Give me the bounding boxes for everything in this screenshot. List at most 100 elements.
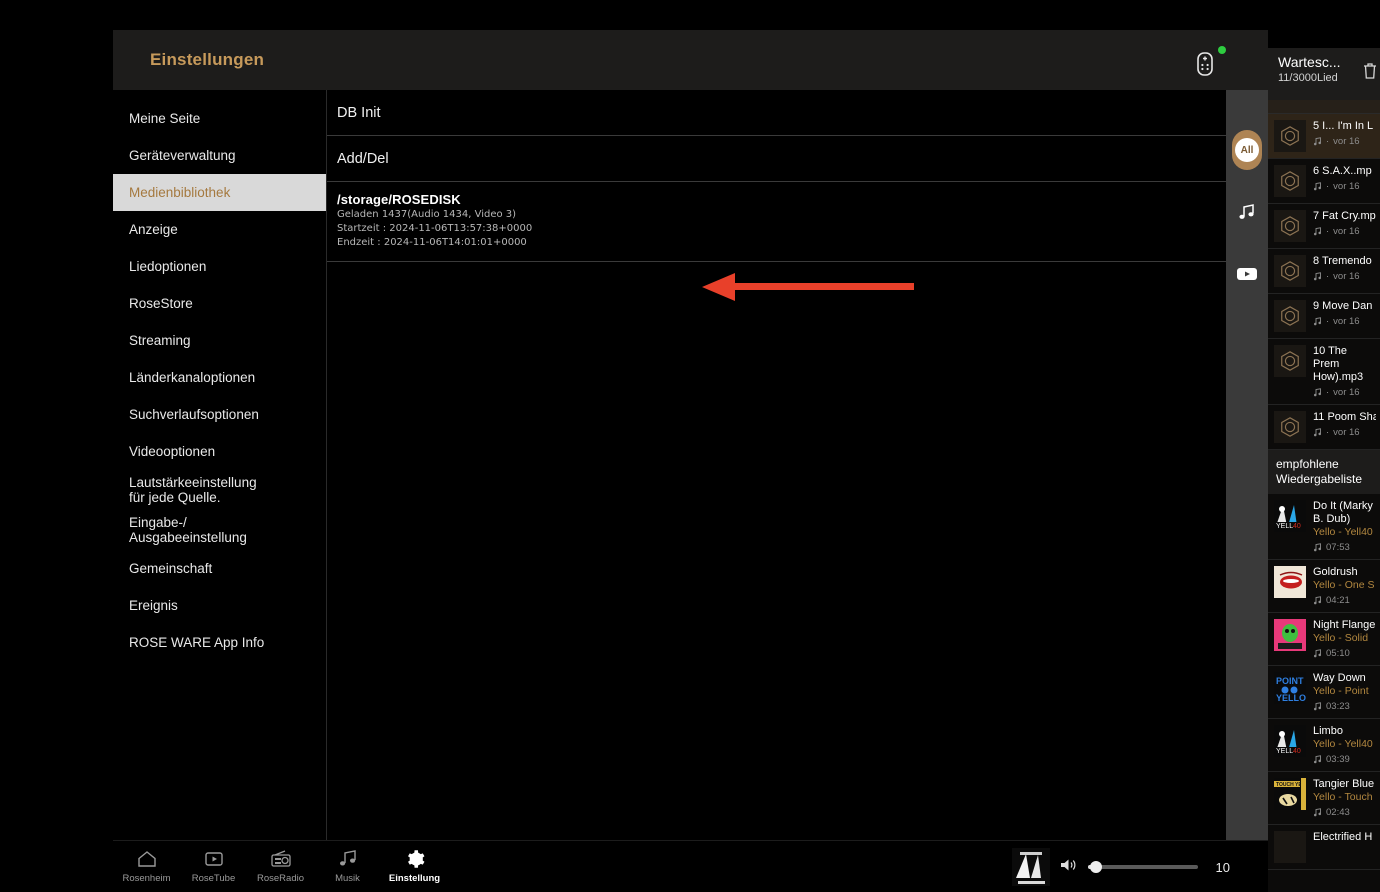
album-art: POINT YELLO (1274, 672, 1306, 704)
recommended-item-meta: Goldrush Yello - One S 04:21 (1313, 566, 1376, 606)
queue-count: 11/3000Lied (1278, 72, 1338, 84)
sidebar-item-label: Suchverlaufsoptionen (129, 407, 259, 422)
svg-text:YELL: YELL (1276, 748, 1293, 755)
tab-label: Rosenheim (122, 873, 171, 884)
queue-item-thumbnail (1274, 210, 1306, 242)
recommended-item-artist: Yello - Yell40 (1313, 526, 1373, 538)
sidebar-item-label: ROSE WARE App Info (129, 635, 265, 650)
music-note-icon (1313, 649, 1322, 658)
music-note-icon (1313, 137, 1322, 146)
album-art (1274, 831, 1306, 863)
recommended-item-title: Electrified H (1313, 831, 1373, 843)
queue-item-title: 8 Tremendo (1313, 255, 1372, 267)
queue-item-sub: · vor 16 (1313, 427, 1376, 438)
queue-item-title: 11 Poom Sha (1313, 411, 1376, 423)
queue-item-thumbnail (1274, 255, 1306, 287)
remote-control-icon[interactable] (1194, 52, 1216, 81)
trash-icon[interactable] (1362, 62, 1378, 85)
queue-item[interactable]: 9 Move Dan · vor 16 (1268, 294, 1380, 339)
queue-item-partial-top[interactable] (1268, 100, 1380, 114)
tab-einstellung[interactable]: Einstellung (381, 841, 448, 884)
recommended-item-partial-bottom[interactable]: Electrified H (1268, 825, 1380, 870)
volume-slider[interactable] (1088, 861, 1198, 873)
music-note-icon (1313, 428, 1322, 437)
queue-item[interactable]: 6 S.A.X..mp · vor 16 (1268, 159, 1380, 204)
recommended-item-duration: 07:53 (1326, 542, 1350, 553)
queue-item-sub: · vor 16 (1313, 181, 1376, 192)
recommended-item-meta: Do It (Marky B. Dub) Yello - Yell40 07:5… (1313, 500, 1376, 553)
sidebar-item-rose-ware-app-info[interactable]: ROSE WARE App Info (113, 624, 326, 661)
queue-item-thumbnail (1274, 120, 1306, 152)
queue-item-meta: 8 Tremendo · vor 16 (1313, 255, 1376, 282)
sidebar-item-medienbibliothek[interactable]: Medienbibliothek (113, 174, 326, 211)
recommended-item-meta: Night Flange Yello - Solid 05:10 (1313, 619, 1376, 659)
queue-item-sub: · vor 16 (1313, 316, 1376, 327)
tab-musik[interactable]: Musik (314, 841, 381, 884)
recommended-item-artist: Yello - Yell40 (1313, 738, 1373, 750)
sidebar-item-label-line2: für jede Quelle. (129, 490, 221, 505)
recommended-item-duration: 02:43 (1326, 807, 1350, 818)
queue-item-meta: 9 Move Dan · vor 16 (1313, 300, 1376, 327)
sidebar-item-label: Eingabe-/ (129, 515, 187, 530)
queue-item-sub: · vor 16 (1313, 387, 1376, 398)
speaker-icon[interactable] (1060, 857, 1078, 878)
queue-item-time: vor 16 (1333, 316, 1360, 327)
queue-item-meta: 10 The Prem How).mp3 · vor 16 (1313, 345, 1376, 398)
recommended-item[interactable]: Goldrush Yello - One S 04:21 (1268, 560, 1380, 613)
filter-all-button[interactable]: All (1232, 130, 1262, 170)
add-del-row[interactable]: Add/Del (327, 136, 1268, 182)
queue-item[interactable]: 7 Fat Cry.mp · vor 16 (1268, 204, 1380, 249)
filter-video-button[interactable] (1232, 254, 1262, 294)
sidebar-item-anzeige[interactable]: Anzeige (113, 211, 326, 248)
recommended-item-duration: 05:10 (1326, 648, 1350, 659)
queue-item-thumbnail (1274, 411, 1306, 443)
tab-label: RoseRadio (257, 873, 304, 884)
tab-rosetube[interactable]: RoseTube (180, 841, 247, 884)
recommended-item[interactable]: YELL 40 Do It (Marky B. Dub) Yello - Yell… (1268, 494, 1380, 560)
recommended-item-artist: Yello - Touch (1313, 791, 1373, 803)
queue-item-thumbnail (1274, 165, 1306, 197)
sidebar-item-ereignis[interactable]: Ereignis (113, 587, 326, 624)
sidebar-item-streaming[interactable]: Streaming (113, 322, 326, 359)
svg-text:YELL: YELL (1276, 523, 1293, 530)
svg-text:POINT: POINT (1276, 676, 1304, 686)
album-art[interactable] (1012, 848, 1050, 886)
sidebar-item-videooptionen[interactable]: Videooptionen (113, 433, 326, 470)
sidebar-item-meine-seite[interactable]: Meine Seite (113, 100, 326, 137)
music-note-icon (339, 850, 356, 866)
recommended-item-artist: Yello - One S (1313, 579, 1375, 591)
sidebar-item-liedoptionen[interactable]: Liedoptionen (113, 248, 326, 285)
album-art: YELL 40 (1274, 725, 1306, 757)
sidebar-item-gemeinschaft[interactable]: Gemeinschaft (113, 550, 326, 587)
recommended-item[interactable]: YELL 40 Limbo Yello - Yell40 03:39 (1268, 719, 1380, 772)
queue-item[interactable]: 5 I... I'm In L · vor 16 (1268, 114, 1380, 159)
volume-slider-knob[interactable] (1090, 861, 1102, 873)
queue-title: Wartesc... (1278, 54, 1341, 70)
sidebar-item-suchverlaufsoptionen[interactable]: Suchverlaufsoptionen (113, 396, 326, 433)
sidebar-item-geraeteverwaltung[interactable]: Geräteverwaltung (113, 137, 326, 174)
tab-rosenheim[interactable]: Rosenheim (113, 841, 180, 884)
svg-text:40: 40 (1293, 523, 1301, 530)
music-note-icon (1239, 204, 1254, 219)
music-note-icon (1313, 543, 1322, 552)
sidebar-item-lautstaerkeeinstellung[interactable]: Lautstärkeeinstellung für jede Quelle. (113, 470, 326, 510)
queue-item[interactable]: 8 Tremendo · vor 16 (1268, 249, 1380, 294)
db-init-row[interactable]: DB Init (327, 90, 1268, 136)
recommended-item[interactable]: TOUCH YELLO Tangier Blue Yello - Touch 0… (1268, 772, 1380, 825)
storage-entry-row[interactable]: /storage/ROSEDISK Geladen 1437(Audio 143… (327, 182, 1268, 262)
svg-text:40: 40 (1293, 748, 1301, 755)
sidebar-item-rosestore[interactable]: RoseStore (113, 285, 326, 322)
queue-item[interactable]: 10 The Prem How).mp3 · vor 16 (1268, 339, 1380, 405)
recommended-item-duration: 03:39 (1326, 754, 1350, 765)
music-note-icon (1313, 388, 1322, 397)
queue-item[interactable]: 11 Poom Sha · vor 16 (1268, 405, 1380, 450)
recommended-item[interactable]: Night Flange Yello - Solid 05:10 (1268, 613, 1380, 666)
filter-music-button[interactable] (1232, 192, 1262, 232)
recommended-item-duration: 03:23 (1326, 701, 1350, 712)
queue-item-time: vor 16 (1333, 136, 1360, 147)
sidebar-item-laenderkanaloptionen[interactable]: Länderkanaloptionen (113, 359, 326, 396)
sidebar-item-eingabe-ausgabeeinstellung[interactable]: Eingabe-/ Ausgabeeinstellung (113, 510, 326, 550)
tab-roseradio[interactable]: RoseRadio (247, 841, 314, 884)
recommended-item[interactable]: POINT YELLO Way Down Yello - Point 03:23 (1268, 666, 1380, 719)
music-note-icon (1313, 596, 1322, 605)
